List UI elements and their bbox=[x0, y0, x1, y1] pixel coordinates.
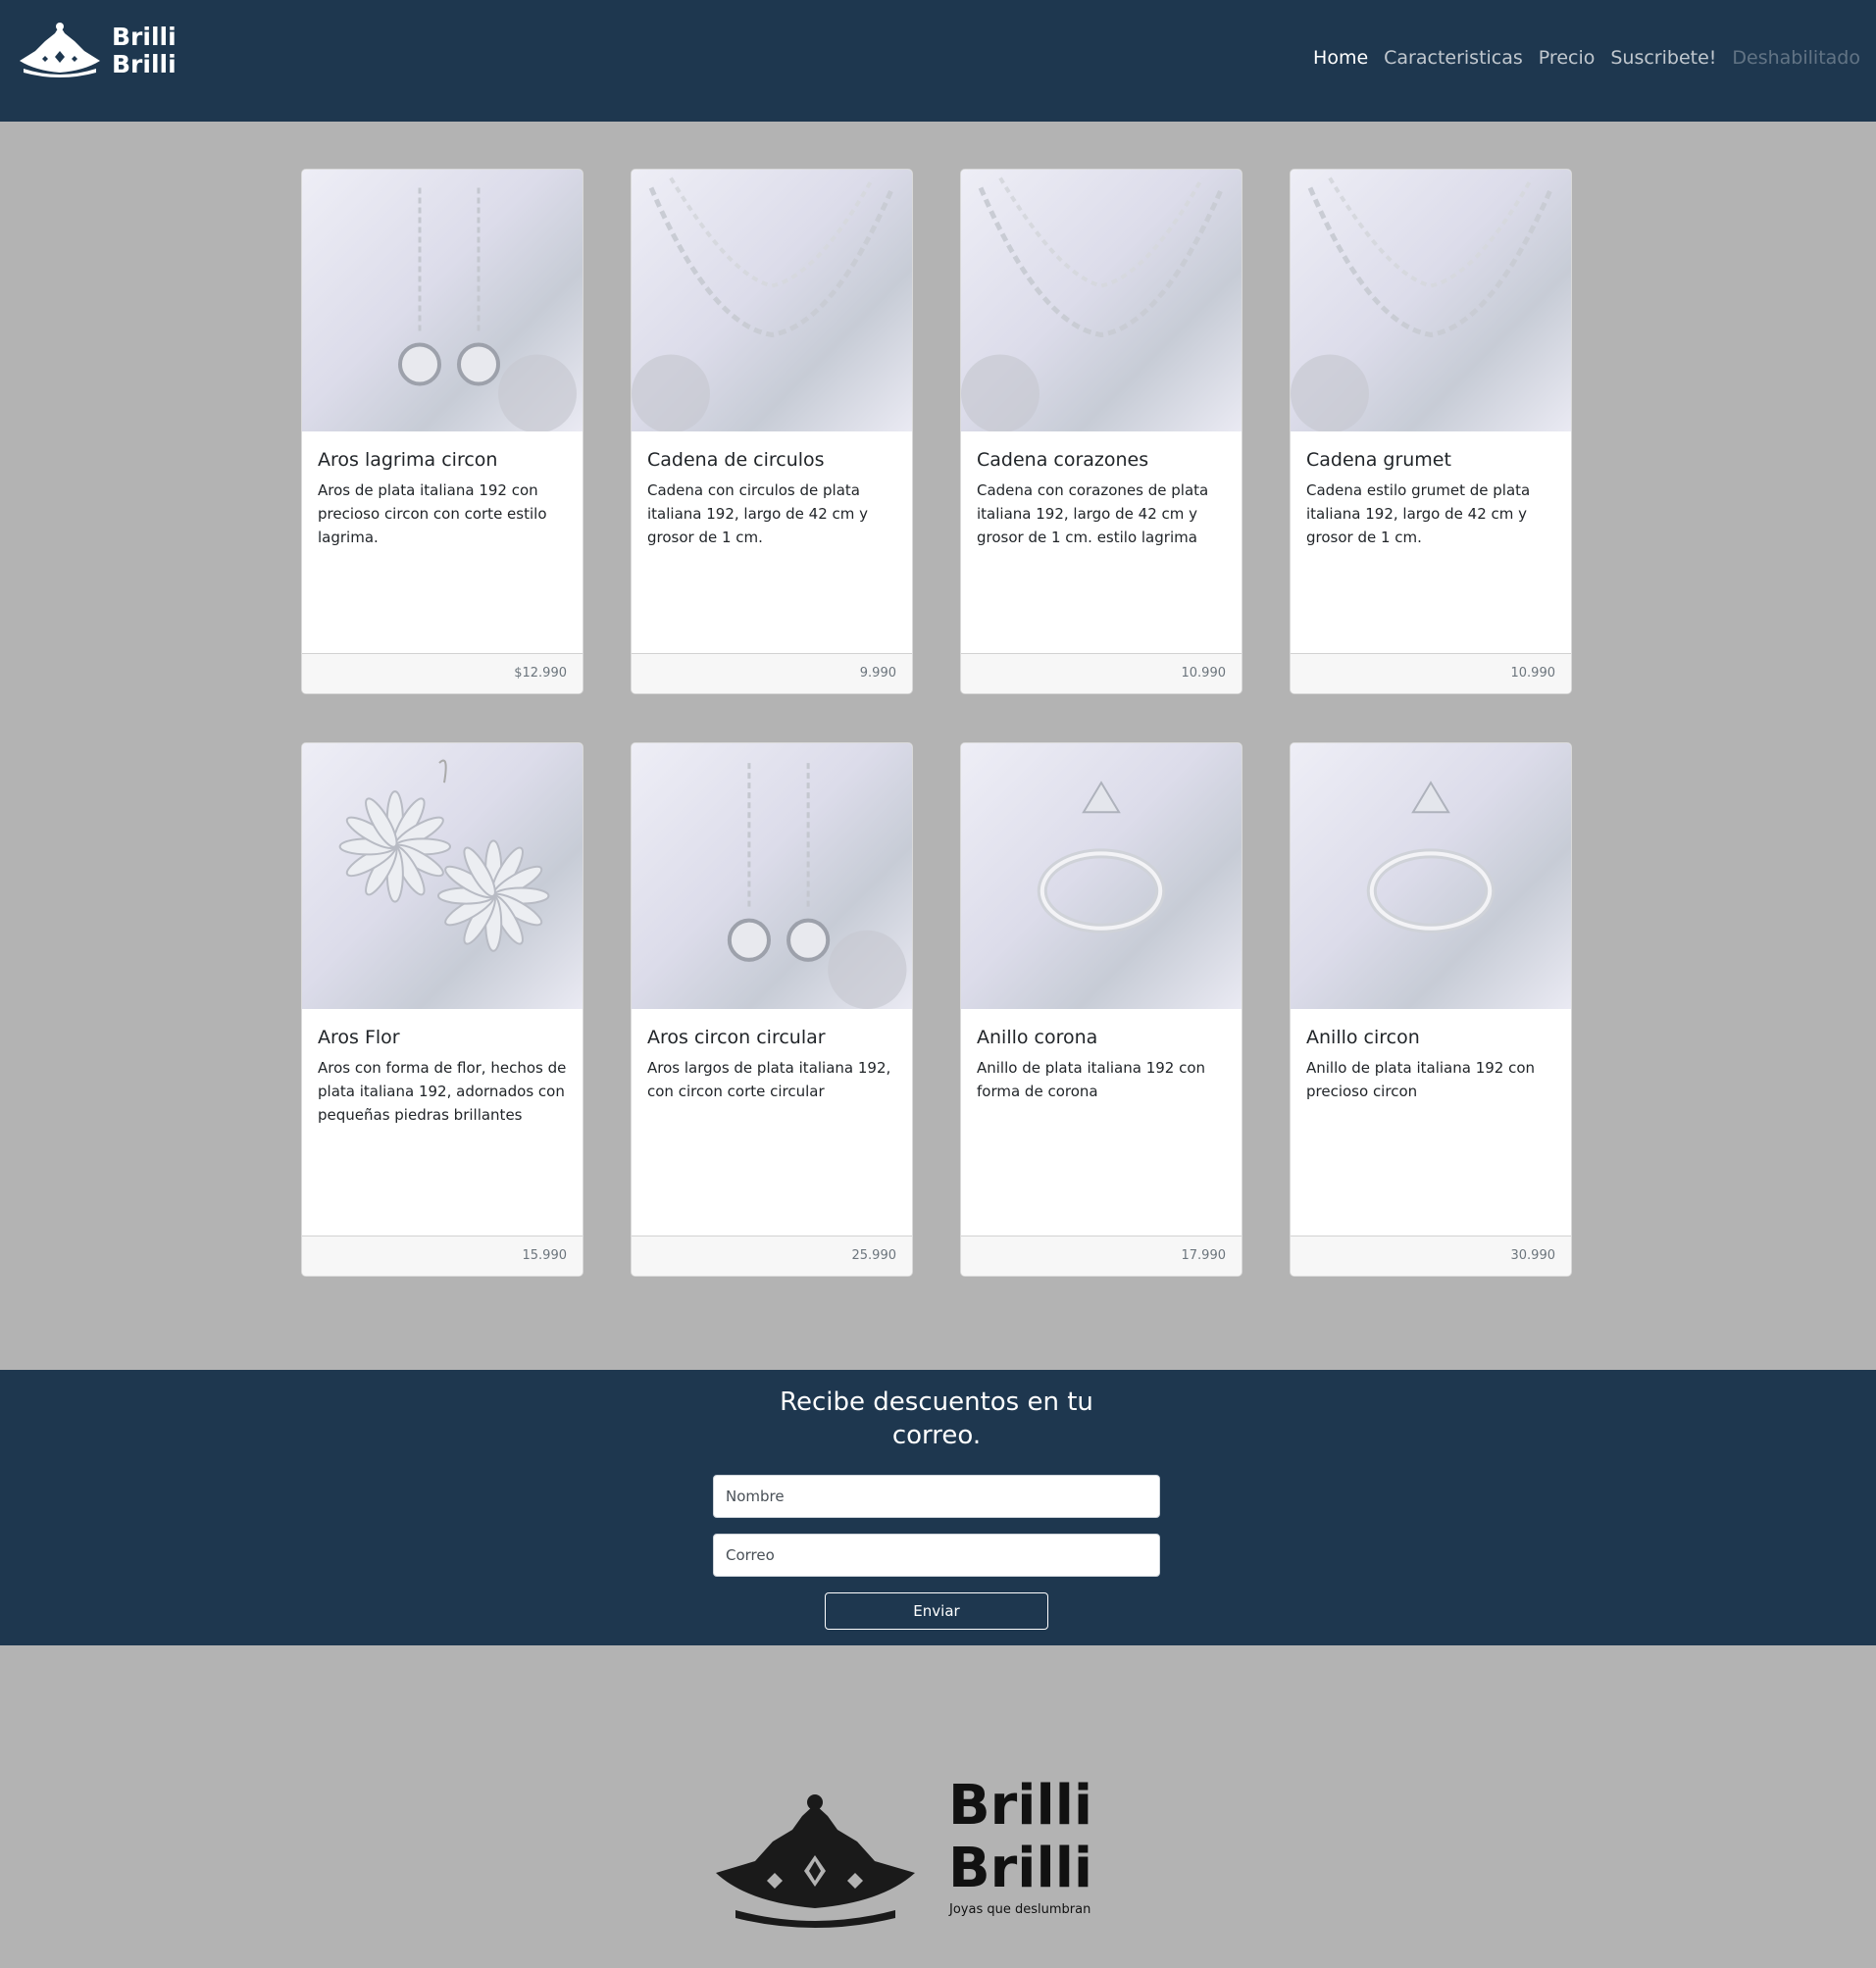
product-description: Aros largos de plata italiana 192, con c… bbox=[647, 1059, 891, 1100]
product-image[interactable] bbox=[1291, 170, 1571, 431]
card-body: Cadena corazones Cadena con corazones de … bbox=[977, 449, 1228, 549]
product-description: Anillo de plata italiana 192 con forma d… bbox=[977, 1059, 1206, 1100]
card-body: Aros circon circular Aros largos de plata… bbox=[647, 1027, 898, 1103]
brand-line-1: Brilli bbox=[112, 23, 177, 51]
nav-features[interactable]: Caracteristicas bbox=[1384, 47, 1523, 69]
product-card[interactable]: Aros circon circular Aros largos de plata… bbox=[631, 742, 913, 1277]
card-footer: 9.990 bbox=[632, 653, 912, 693]
ring-icon bbox=[1037, 781, 1166, 934]
product-card[interactable]: Aros lagrima circon Aros de plata italian… bbox=[301, 169, 583, 694]
product-title: Anillo circon bbox=[1306, 1027, 1420, 1048]
navbar: Brilli Brilli Home Caracteristicas Preci… bbox=[0, 0, 1876, 122]
card-footer: 17.990 bbox=[961, 1236, 1242, 1276]
necklace-icon bbox=[961, 177, 1225, 431]
nav-links: Home Caracteristicas Precio Suscribete! … bbox=[1297, 47, 1860, 69]
necklace-icon bbox=[632, 177, 895, 431]
footer-line-2: Brilli bbox=[948, 1837, 1093, 1900]
card-body: Cadena de circulos Cadena con circulos de… bbox=[647, 449, 898, 549]
crown-icon bbox=[716, 1794, 915, 1928]
nav-pricing[interactable]: Precio bbox=[1539, 47, 1596, 69]
card-body: Anillo circon Anillo de plata italiana 19… bbox=[1306, 1027, 1557, 1103]
product-title: Aros Flor bbox=[318, 1027, 400, 1048]
card-footer: 10.990 bbox=[961, 653, 1242, 693]
product-description: Cadena con corazones de plata italiana 1… bbox=[977, 481, 1209, 546]
email-input[interactable] bbox=[713, 1534, 1160, 1577]
footer-logo: Brilli Brilli Joyas que deslumbran bbox=[716, 1775, 1098, 1932]
product-card[interactable]: Cadena de circulos Cadena con circulos de… bbox=[631, 169, 913, 694]
product-title: Cadena grumet bbox=[1306, 449, 1451, 471]
product-price: 25.990 bbox=[851, 1248, 897, 1263]
product-description: Cadena con circulos de plata italiana 19… bbox=[647, 481, 869, 546]
footer-tagline: Joyas que deslumbran bbox=[949, 1902, 1091, 1917]
product-image[interactable] bbox=[1291, 743, 1571, 1009]
brand-line-2: Brilli bbox=[112, 50, 177, 78]
product-title: Cadena corazones bbox=[977, 449, 1149, 471]
product-description: Aros con forma de flor, hechos de plata … bbox=[318, 1059, 567, 1124]
product-price: 10.990 bbox=[1510, 666, 1556, 681]
card-body: Aros Flor Aros con forma de flor, hechos … bbox=[318, 1027, 569, 1127]
earring-icon bbox=[398, 187, 577, 431]
ring-icon bbox=[1366, 781, 1496, 934]
card-footer: 15.990 bbox=[302, 1236, 583, 1276]
brand-logo[interactable]: Brilli Brilli bbox=[16, 22, 177, 80]
product-image[interactable] bbox=[302, 170, 583, 431]
flower-earring-icon bbox=[338, 759, 550, 952]
name-input[interactable] bbox=[713, 1475, 1160, 1518]
earring-icon bbox=[727, 763, 907, 1009]
card-footer: 30.990 bbox=[1291, 1236, 1571, 1276]
product-image[interactable] bbox=[632, 170, 912, 431]
product-title: Cadena de circulos bbox=[647, 449, 825, 471]
product-title: Aros lagrima circon bbox=[318, 449, 498, 471]
product-description: Cadena estilo grumet de plata italiana 1… bbox=[1306, 481, 1531, 546]
nav-disabled: Deshabilitado bbox=[1732, 47, 1860, 69]
subscribe-title: Recibe descuentos en tu correo. bbox=[780, 1388, 1093, 1450]
product-price: 15.990 bbox=[522, 1248, 568, 1263]
card-footer: 10.990 bbox=[1291, 653, 1571, 693]
product-image[interactable] bbox=[632, 743, 912, 1009]
card-body: Aros lagrima circon Aros de plata italian… bbox=[318, 449, 569, 549]
product-description: Anillo de plata italiana 192 con precios… bbox=[1306, 1059, 1536, 1100]
product-card[interactable]: Cadena corazones Cadena con corazones de … bbox=[960, 169, 1242, 694]
product-title: Anillo corona bbox=[977, 1027, 1098, 1048]
nav-home[interactable]: Home bbox=[1313, 47, 1368, 69]
product-card[interactable]: Cadena grumet Cadena estilo grumet de pla… bbox=[1290, 169, 1572, 694]
product-image[interactable] bbox=[961, 743, 1242, 1009]
product-price: 9.990 bbox=[859, 666, 896, 681]
card-body: Cadena grumet Cadena estilo grumet de pla… bbox=[1306, 449, 1557, 549]
product-card[interactable]: Anillo circon Anillo de plata italiana 19… bbox=[1290, 742, 1572, 1277]
product-description: Aros de plata italiana 192 con precioso … bbox=[318, 481, 547, 546]
subscribe-section: Recibe descuentos en tu correo. Enviar bbox=[0, 1370, 1876, 1645]
product-price: 17.990 bbox=[1181, 1248, 1227, 1263]
product-price: $12.990 bbox=[514, 666, 567, 681]
card-footer: $12.990 bbox=[302, 653, 583, 693]
necklace-icon bbox=[1291, 177, 1554, 431]
product-image[interactable] bbox=[302, 743, 583, 1009]
send-button[interactable]: Enviar bbox=[825, 1592, 1048, 1630]
product-title: Aros circon circular bbox=[647, 1027, 826, 1048]
crown-icon bbox=[20, 23, 100, 77]
product-price: 30.990 bbox=[1510, 1248, 1556, 1263]
card-body: Anillo corona Anillo de plata italiana 19… bbox=[977, 1027, 1228, 1103]
product-image[interactable] bbox=[961, 170, 1242, 431]
product-price: 10.990 bbox=[1181, 666, 1227, 681]
nav-subscribe[interactable]: Suscribete! bbox=[1610, 47, 1716, 69]
product-card[interactable]: Anillo corona Anillo de plata italiana 19… bbox=[960, 742, 1242, 1277]
footer-line-1: Brilli bbox=[948, 1774, 1093, 1838]
product-card[interactable]: Aros Flor Aros con forma de flor, hechos … bbox=[301, 742, 583, 1277]
card-footer: 25.990 bbox=[632, 1236, 912, 1276]
